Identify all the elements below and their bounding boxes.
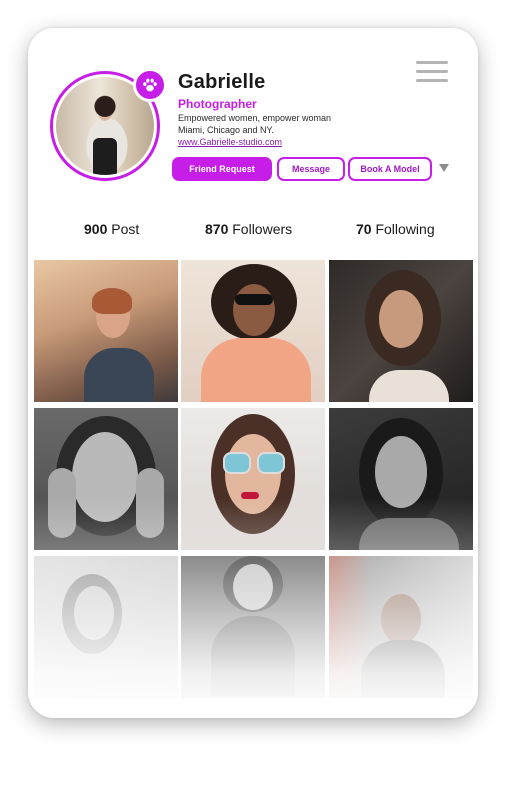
caret-down-icon[interactable] (439, 164, 449, 172)
photo-grid (34, 260, 473, 700)
following-count: 70 (356, 221, 372, 237)
followers-label: Followers (232, 221, 293, 237)
bio-line: Miami, Chicago and NY. (178, 125, 274, 135)
followers-count: 870 (205, 221, 229, 237)
photo-tile[interactable] (329, 408, 473, 550)
phone-frame: Gabrielle Photographer Empowered women, … (28, 28, 478, 718)
friend-request-button[interactable]: Friend Request (172, 157, 272, 181)
photo-tile[interactable] (34, 408, 178, 550)
photo-tile[interactable] (181, 556, 325, 698)
photo-tile[interactable] (329, 556, 473, 698)
posts-count: 900 (84, 221, 108, 237)
photo-tile[interactable] (34, 556, 178, 698)
stat-following[interactable]: 70 Following (356, 221, 435, 237)
profile-role: Photographer (178, 97, 257, 111)
posts-label: Post (111, 221, 140, 237)
photo-tile[interactable] (181, 408, 325, 550)
photo-tile[interactable] (329, 260, 473, 402)
message-button[interactable]: Message (277, 157, 345, 181)
website-link[interactable]: www.Gabrielle-studio.com (178, 137, 282, 147)
profile-name: Gabrielle (178, 71, 266, 93)
following-label: Following (375, 221, 435, 237)
photo-tile[interactable] (181, 260, 325, 402)
paw-icon (133, 68, 167, 102)
profile-stats: 900 Post 870 Followers 70 Following (28, 221, 478, 241)
bio-line: Empowered women, empower woman (178, 113, 332, 123)
stat-posts[interactable]: 900 Post (84, 221, 139, 237)
screen: Gabrielle Photographer Empowered women, … (0, 0, 512, 800)
stat-followers[interactable]: 870 Followers (205, 221, 292, 237)
book-model-button[interactable]: Book A Model (348, 157, 432, 181)
profile-bio: Empowered women, empower woman Miami, Ch… (178, 112, 331, 136)
hamburger-menu-icon[interactable] (416, 61, 448, 83)
photo-tile[interactable] (34, 260, 178, 402)
